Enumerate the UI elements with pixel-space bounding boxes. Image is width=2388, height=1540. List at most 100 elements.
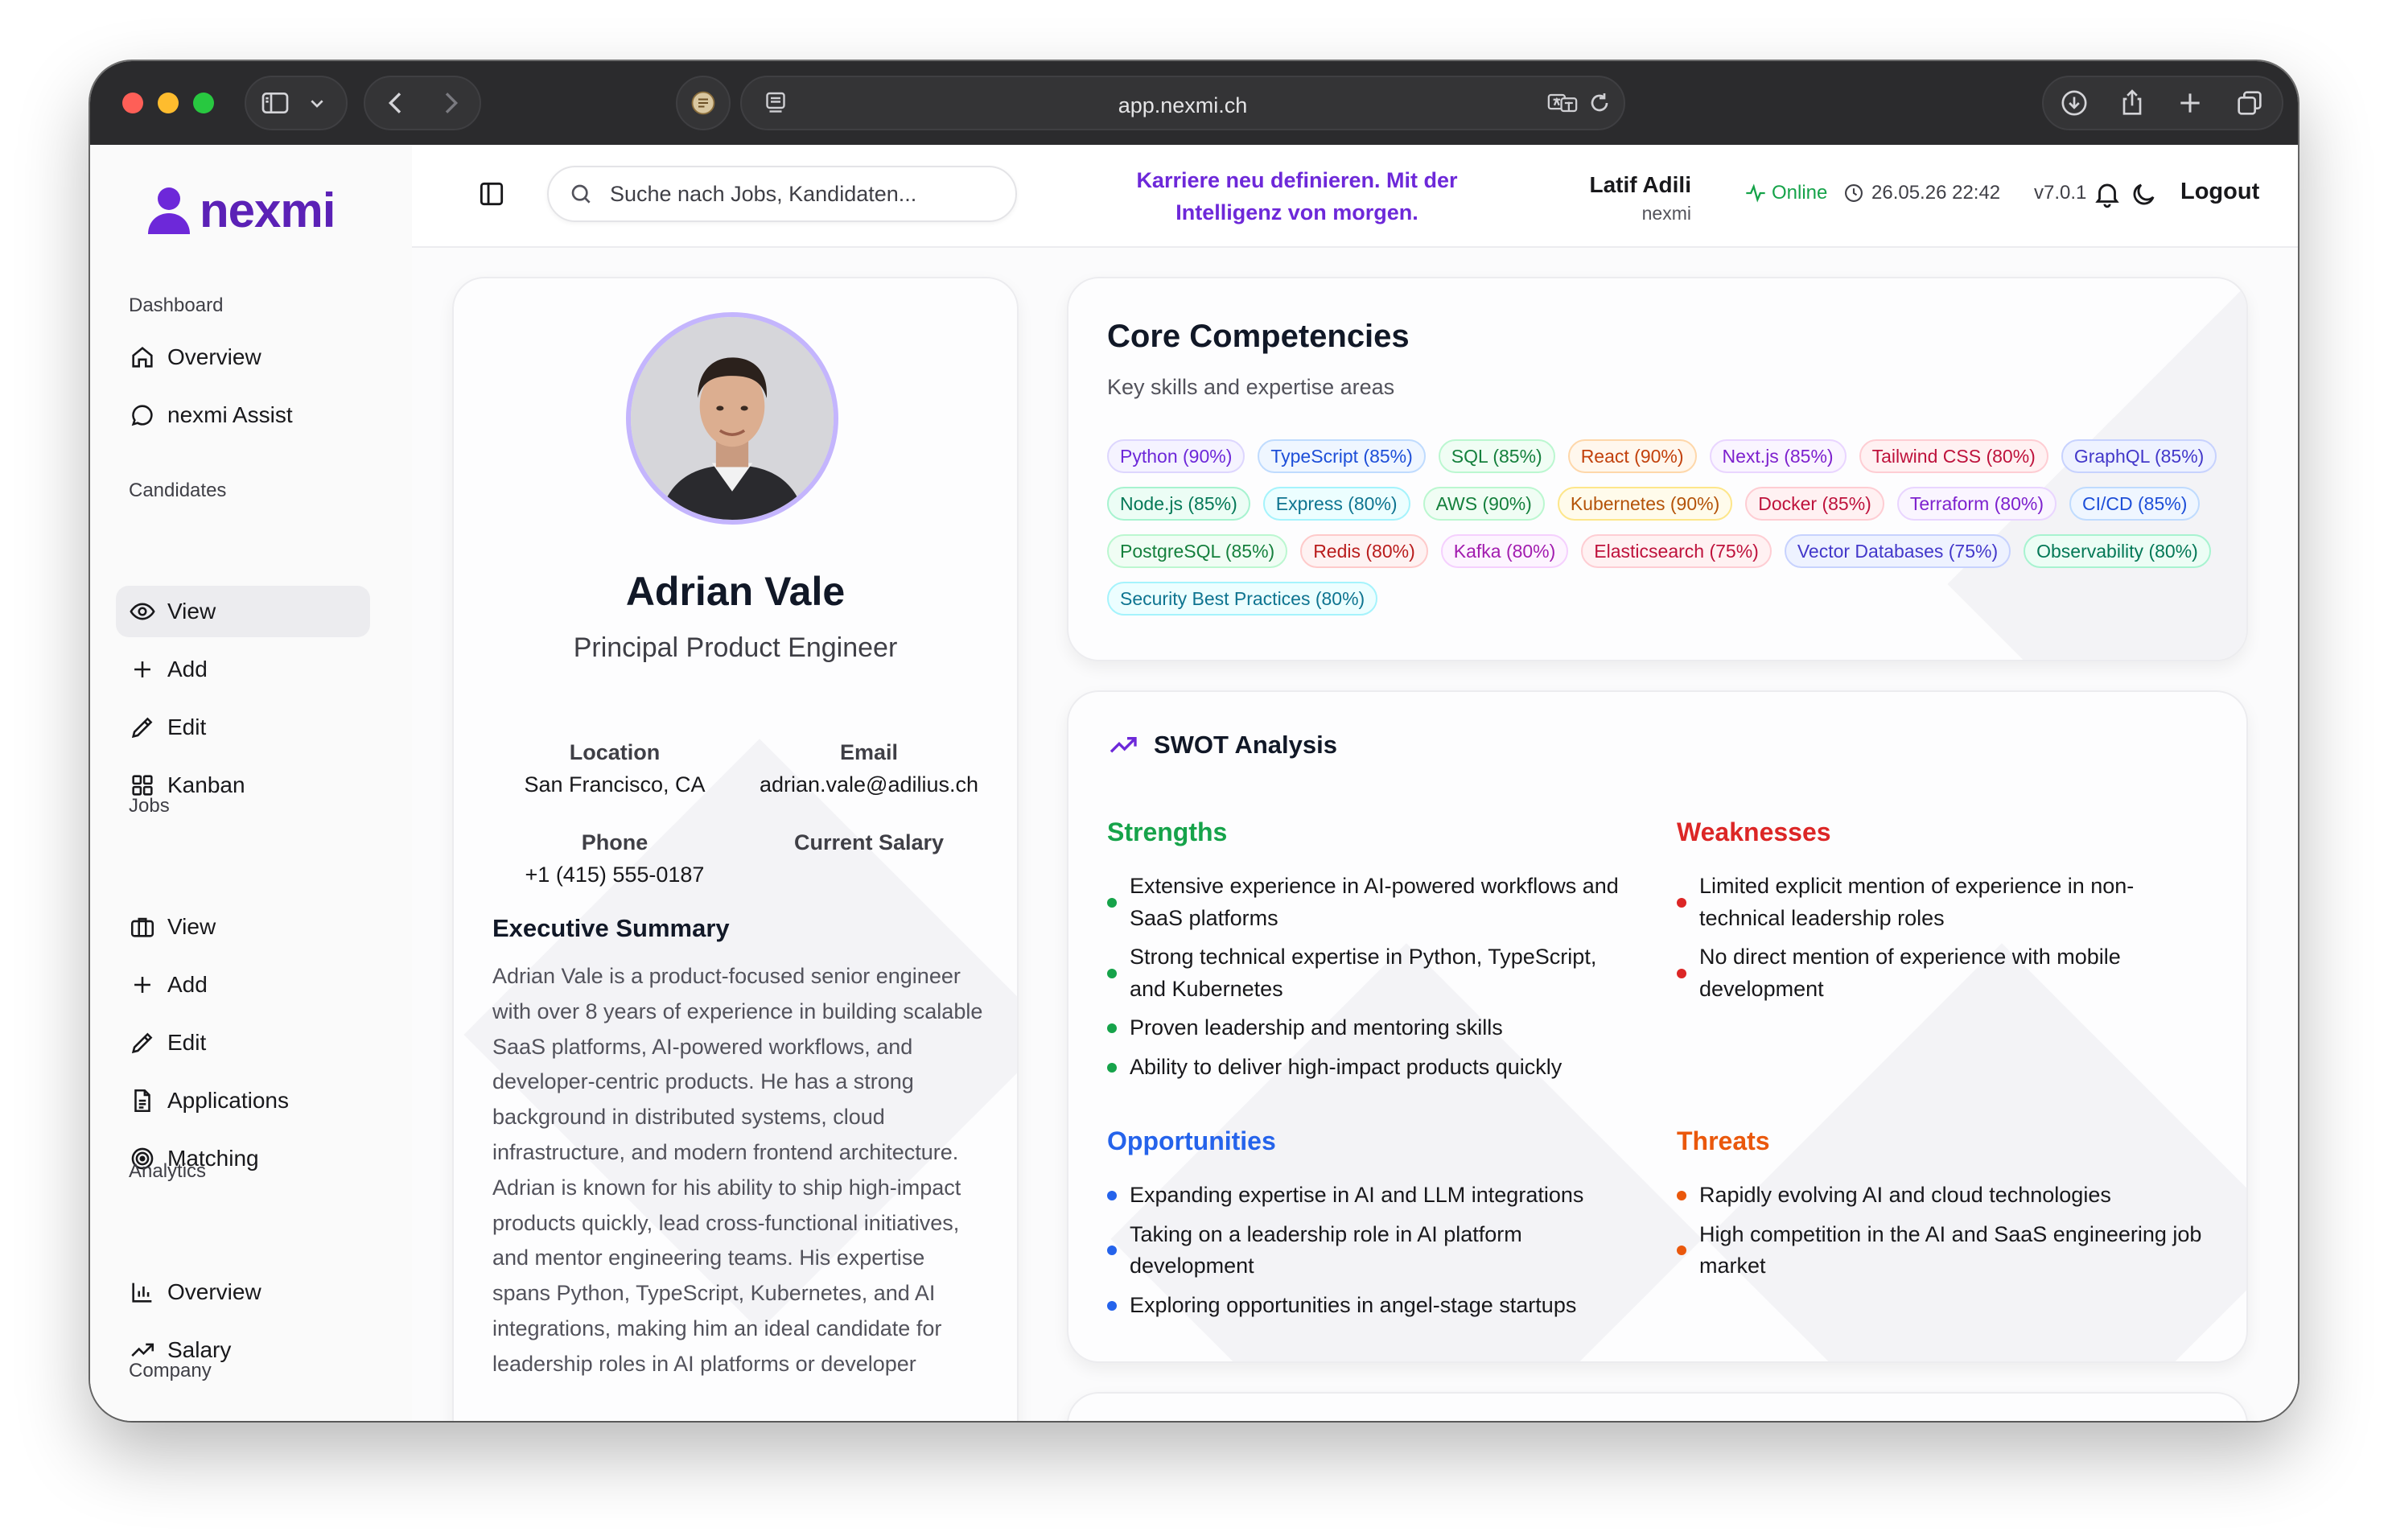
skill-tag: React (90%) — [1567, 439, 1697, 473]
translate-icon[interactable] — [1546, 89, 1579, 117]
pencil-icon — [129, 714, 156, 741]
swot-title: SWOT Analysis — [1154, 731, 1337, 759]
opportunities-list: Expanding expertise in AI and LLM integr… — [1107, 1180, 1638, 1328]
section-dashboard-title: Dashboard — [129, 294, 224, 316]
bullet-dot-icon — [1107, 968, 1117, 978]
maximize-window-button[interactable] — [193, 93, 214, 113]
bullet-dot-icon — [1107, 1246, 1117, 1256]
section-company-title: Company — [129, 1360, 212, 1381]
search-input[interactable] — [608, 180, 998, 208]
back-arrow-icon[interactable] — [380, 87, 412, 119]
weaknesses-item: No direct mention of experience with mob… — [1677, 941, 2208, 1005]
strengths-list: Extensive experience in AI-powered workf… — [1107, 871, 1638, 1091]
briefcase-icon — [129, 913, 156, 941]
location-label: Location — [569, 740, 661, 764]
plus-icon — [129, 971, 156, 999]
user-organization: nexmi — [1641, 203, 1691, 224]
skill-tag: Express (80%) — [1262, 487, 1410, 521]
logout-button[interactable]: Logout — [2180, 179, 2259, 205]
sidebar-item-label: Add — [167, 657, 208, 681]
sidebar-item-candidates-view[interactable]: View — [116, 586, 370, 637]
minimize-window-button[interactable] — [158, 93, 179, 113]
bullet-dot-icon — [1677, 968, 1686, 978]
close-window-button[interactable] — [122, 93, 143, 113]
chevron-down-icon[interactable] — [304, 90, 330, 116]
app-header: Karriere neu definieren. Mit der Intelli… — [412, 145, 2298, 248]
sidebar-item-candidates-add[interactable]: Add — [116, 644, 370, 695]
share-icon[interactable] — [2116, 87, 2148, 119]
skill-tag: Tailwind CSS (80%) — [1859, 439, 2048, 473]
core-competencies-subtitle: Key skills and expertise areas — [1107, 375, 1395, 399]
bullet-dot-icon — [1107, 1023, 1117, 1034]
bullet-dot-icon — [1107, 1190, 1117, 1200]
skill-tag: AWS (90%) — [1423, 487, 1545, 521]
plus-icon — [129, 656, 156, 683]
tagline-line-1: Karriere neu definieren. Mit der — [1136, 168, 1458, 192]
threats-list: Rapidly evolving AI and cloud technologi… — [1677, 1180, 2208, 1290]
user-name[interactable]: Latif Adili — [1530, 172, 1691, 198]
brand-logo[interactable]: nexmi — [146, 182, 336, 238]
email-label: Email — [839, 740, 899, 764]
sidebar-item-jobs-edit[interactable]: Edit — [116, 1017, 370, 1069]
strengths-item-text: Extensive experience in AI-powered workf… — [1130, 874, 1619, 930]
skill-tag: Vector Databases (75%) — [1784, 534, 2011, 568]
tab-overview-icon[interactable] — [2234, 87, 2266, 119]
skill-tag: Python (90%) — [1107, 439, 1245, 473]
bullet-dot-icon — [1107, 1062, 1117, 1073]
sidebar-collapse-icon[interactable] — [476, 179, 507, 209]
email-value[interactable]: adrian.vale@adilius.ch — [740, 772, 998, 797]
swot-analysis-card: SWOT Analysis Strengths Extensive experi… — [1067, 690, 2248, 1363]
skill-tag: PostgreSQL (85%) — [1107, 534, 1288, 568]
browser-titlebar: app.nexmi.ch — [90, 61, 2298, 146]
skill-tag: Next.js (85%) — [1709, 439, 1847, 473]
bar-chart-icon — [129, 1279, 156, 1306]
sidebar-item-candidates-edit[interactable]: Edit — [116, 702, 370, 753]
opportunities-item-text: Taking on a leadership role in AI platfo… — [1130, 1221, 1522, 1279]
executive-summary-text: Adrian Vale is a product-focused senior … — [492, 964, 983, 1376]
skill-tag: CI/CD (85%) — [2069, 487, 2201, 521]
bullet-dot-icon — [1107, 1300, 1117, 1311]
address-bar[interactable]: app.nexmi.ch — [740, 76, 1625, 130]
skill-tag: Elasticsearch (75%) — [1581, 534, 1772, 568]
sidebar-item-dashboard-overview[interactable]: Overview — [116, 331, 370, 383]
sidebar-item-jobs-add[interactable]: Add — [116, 959, 370, 1011]
location-value: San Francisco, CA — [524, 772, 706, 797]
home-icon — [129, 344, 156, 371]
bullet-dot-icon — [1677, 1190, 1686, 1200]
bell-icon[interactable] — [2092, 179, 2122, 209]
datetime-text: 26.05.26 22:42 — [1871, 182, 2001, 204]
new-tab-plus-icon[interactable] — [2174, 87, 2206, 119]
skill-tag: Node.js (85%) — [1107, 487, 1250, 521]
section-candidates-title: Candidates — [129, 480, 227, 501]
sidebar-item-analytics-overview[interactable]: Overview — [116, 1266, 370, 1318]
trend-up-icon — [1110, 737, 1137, 753]
sidebar-item-label: Edit — [167, 714, 207, 739]
downloads-icon[interactable] — [2058, 87, 2090, 119]
opportunities-item: Taking on a leadership role in AI platfo… — [1107, 1219, 1638, 1283]
status-text: Online — [1772, 182, 1828, 204]
sidebar-item-jobs-view[interactable]: View — [116, 901, 370, 953]
sidebar-item-nexmi-assist[interactable]: nexmi Assist — [116, 389, 370, 441]
reload-icon[interactable] — [1585, 89, 1614, 117]
sidebar: nexmi Dashboard Overview nexmi Assist Ca… — [90, 145, 414, 1421]
search-box[interactable] — [547, 166, 1017, 222]
sidebar-item-jobs-applications[interactable]: Applications — [116, 1075, 370, 1126]
weaknesses-item-text: Limited explicit mention of experience i… — [1699, 874, 2135, 930]
moon-icon[interactable] — [2129, 179, 2159, 209]
strengths-item: Strong technical expertise in Python, Ty… — [1107, 941, 1638, 1005]
strengths-item-text: Proven leadership and mentoring skills — [1130, 1015, 1503, 1040]
phone-value[interactable]: +1 (415) 555-0187 — [486, 863, 743, 887]
phone-label: Phone — [581, 830, 648, 854]
bullet-dot-icon — [1677, 1246, 1686, 1256]
threats-title: Threats — [1677, 1126, 1770, 1155]
avatar — [626, 312, 838, 525]
threats-item: Rapidly evolving AI and cloud technologi… — [1677, 1180, 2208, 1212]
skill-tag: Kubernetes (90%) — [1557, 487, 1733, 521]
opportunities-item-text: Exploring opportunities in angel-stage s… — [1130, 1292, 1577, 1317]
sidebar-item-label: Kanban — [167, 772, 245, 797]
forward-arrow-icon[interactable] — [434, 87, 467, 119]
weaknesses-title: Weaknesses — [1677, 817, 1831, 846]
skill-tag: TypeScript (85%) — [1258, 439, 1426, 473]
datetime-display: 26.05.26 22:42 — [1842, 182, 2000, 204]
browser-sidebar-icon[interactable] — [259, 87, 291, 119]
